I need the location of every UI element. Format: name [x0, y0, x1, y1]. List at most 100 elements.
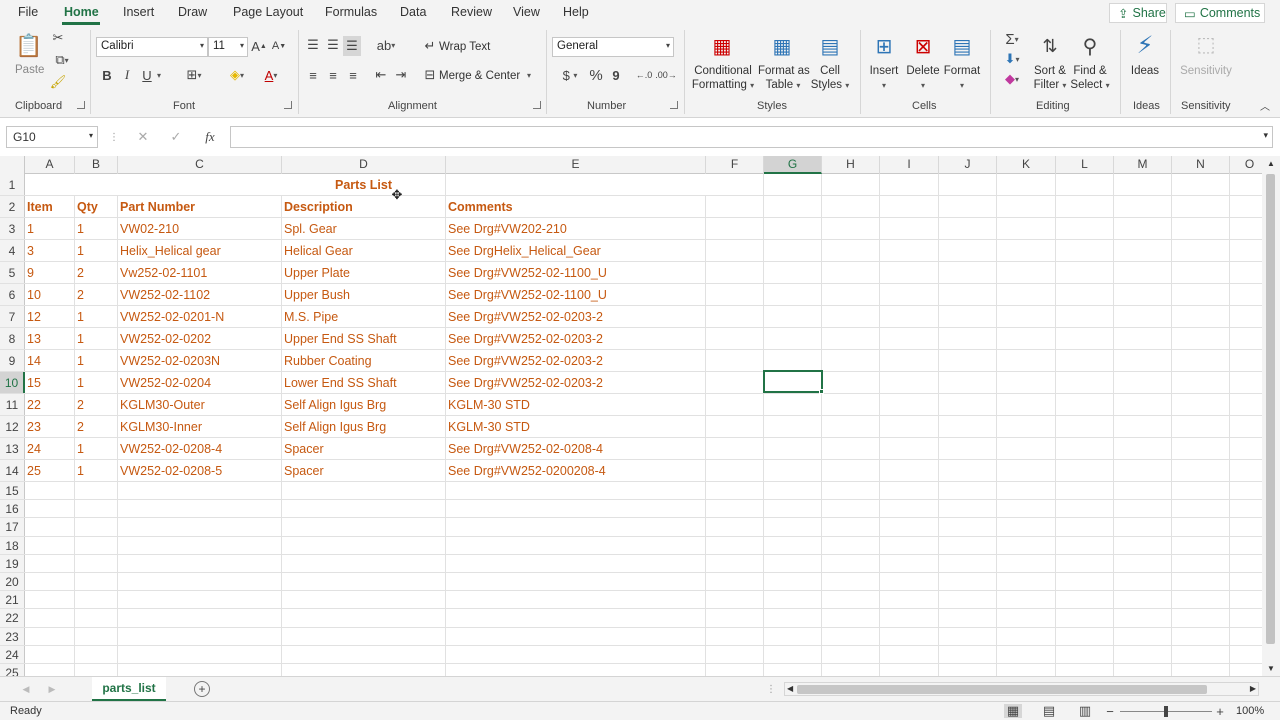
- font-launcher-icon[interactable]: [284, 101, 292, 109]
- cell-g15[interactable]: [764, 482, 822, 500]
- cell-h18[interactable]: [822, 536, 880, 554]
- sheet-tab-parts-list[interactable]: parts_list: [92, 677, 166, 701]
- column-header-o[interactable]: O: [1230, 156, 1262, 174]
- cell-k2[interactable]: [997, 196, 1056, 217]
- cell-l22[interactable]: [1056, 609, 1114, 627]
- cell-b12[interactable]: 2: [75, 416, 118, 437]
- tab-insert[interactable]: Insert: [123, 5, 154, 19]
- worksheet-grid[interactable]: ABCDEFGHIJKLMNO 1 Parts List 2 Item Qty Part …: [0, 156, 1262, 676]
- column-header-a[interactable]: A: [25, 156, 75, 174]
- cell-n15[interactable]: [1172, 482, 1230, 500]
- cell-j8[interactable]: [939, 328, 997, 349]
- cell-o11[interactable]: [1230, 394, 1262, 415]
- scroll-up-icon[interactable]: ▲: [1267, 159, 1275, 168]
- cell-n20[interactable]: [1172, 573, 1230, 591]
- cell-m4[interactable]: [1114, 240, 1172, 261]
- cell-o8[interactable]: [1230, 328, 1262, 349]
- cell-g14[interactable]: [764, 460, 822, 481]
- cell-n22[interactable]: [1172, 609, 1230, 627]
- tab-draw[interactable]: Draw: [178, 5, 207, 19]
- cell-l25[interactable]: [1056, 664, 1114, 676]
- cell-e19[interactable]: [446, 554, 706, 572]
- row-header-5[interactable]: 5: [0, 262, 25, 283]
- vertical-scroll-thumb[interactable]: [1266, 174, 1275, 644]
- cell-e7[interactable]: See Drg#VW252-02-0203-2: [446, 306, 706, 327]
- cell-n14[interactable]: [1172, 460, 1230, 481]
- sort-filter-icon[interactable]: ⇅: [1036, 32, 1064, 60]
- cell-f18[interactable]: [706, 536, 764, 554]
- cell-g19[interactable]: [764, 554, 822, 572]
- cell-g20[interactable]: [764, 573, 822, 591]
- cell-h8[interactable]: [822, 328, 880, 349]
- cell-i10[interactable]: [880, 372, 939, 393]
- cell-j7[interactable]: [939, 306, 997, 327]
- cell-d19[interactable]: [282, 554, 446, 572]
- cell-n24[interactable]: [1172, 645, 1230, 663]
- cell-a3[interactable]: 1: [25, 218, 75, 239]
- cell-d25[interactable]: [282, 664, 446, 676]
- sort-filter-button[interactable]: Filter ▾: [1030, 78, 1070, 93]
- cell-d14[interactable]: Spacer: [282, 460, 446, 481]
- cell-h11[interactable]: [822, 394, 880, 415]
- cell-b6[interactable]: 2: [75, 284, 118, 305]
- column-header-n[interactable]: N: [1172, 156, 1230, 174]
- cell-m5[interactable]: [1114, 262, 1172, 283]
- cell-j24[interactable]: [939, 645, 997, 663]
- cell-c7[interactable]: VW252-02-0201-N: [118, 306, 282, 327]
- cell-e4[interactable]: See DrgHelix_Helical_Gear: [446, 240, 706, 261]
- cell-m18[interactable]: [1114, 536, 1172, 554]
- cell-h19[interactable]: [822, 554, 880, 572]
- row-header-20[interactable]: 20: [0, 573, 25, 591]
- share-button[interactable]: ⇪ Share: [1109, 3, 1167, 23]
- cell-i6[interactable]: [880, 284, 939, 305]
- page-layout-view-icon[interactable]: ▤: [1040, 703, 1058, 718]
- cell-i8[interactable]: [880, 328, 939, 349]
- cell-l14[interactable]: [1056, 460, 1114, 481]
- cell-o16[interactable]: [1230, 500, 1262, 517]
- cell-h10[interactable]: [822, 372, 880, 393]
- cell-j6[interactable]: [939, 284, 997, 305]
- cell-k8[interactable]: [997, 328, 1056, 349]
- cell-c10[interactable]: VW252-02-0204: [118, 372, 282, 393]
- cell-g17[interactable]: [764, 518, 822, 536]
- cell-k16[interactable]: [997, 500, 1056, 518]
- conditional-formatting-icon[interactable]: ▦: [708, 32, 736, 60]
- cell-d21[interactable]: [282, 591, 446, 609]
- underline-dropdown-icon[interactable]: ▾: [154, 66, 164, 84]
- cell-d16[interactable]: [282, 500, 446, 518]
- cell-m6[interactable]: [1114, 284, 1172, 305]
- wrap-text-icon[interactable]: ↵: [422, 38, 438, 54]
- zoom-in-icon[interactable]: +: [1214, 704, 1226, 719]
- row-header-12[interactable]: 12: [0, 416, 25, 437]
- cell-c19[interactable]: [118, 554, 282, 572]
- cell-h23[interactable]: [822, 627, 880, 645]
- cell-g25[interactable]: [764, 664, 822, 676]
- cell-g11[interactable]: [764, 394, 822, 415]
- cell-e12[interactable]: KGLM-30 STD: [446, 416, 706, 437]
- cell-b20[interactable]: [75, 573, 118, 591]
- cell-n10[interactable]: [1172, 372, 1230, 393]
- cell-j5[interactable]: [939, 262, 997, 283]
- row-header-18[interactable]: 18: [0, 536, 25, 554]
- cell-l20[interactable]: [1056, 573, 1114, 591]
- cell-a22[interactable]: [25, 609, 75, 627]
- cell-g7[interactable]: [764, 306, 822, 327]
- fill-handle[interactable]: [819, 389, 824, 394]
- cell-j12[interactable]: [939, 416, 997, 437]
- tab-review[interactable]: Review: [451, 5, 492, 19]
- cell-m23[interactable]: [1114, 627, 1172, 645]
- cell-c18[interactable]: [118, 536, 282, 554]
- cell-k7[interactable]: [997, 306, 1056, 327]
- ideas-icon[interactable]: ⚡: [1131, 30, 1159, 60]
- row-header-8[interactable]: 8: [0, 328, 25, 349]
- cell-g12[interactable]: [764, 416, 822, 437]
- cell-i22[interactable]: [880, 609, 939, 627]
- cell-j20[interactable]: [939, 573, 997, 591]
- cell-b25[interactable]: [75, 664, 118, 676]
- vertical-scrollbar[interactable]: ▲ ▼: [1262, 156, 1280, 676]
- align-left-icon[interactable]: ≡: [305, 66, 321, 84]
- paste-icon[interactable]: 📋: [14, 32, 44, 60]
- number-launcher-icon[interactable]: [670, 101, 678, 109]
- cell-e20[interactable]: [446, 573, 706, 591]
- format-painter-icon[interactable]: 🖌: [50, 74, 67, 90]
